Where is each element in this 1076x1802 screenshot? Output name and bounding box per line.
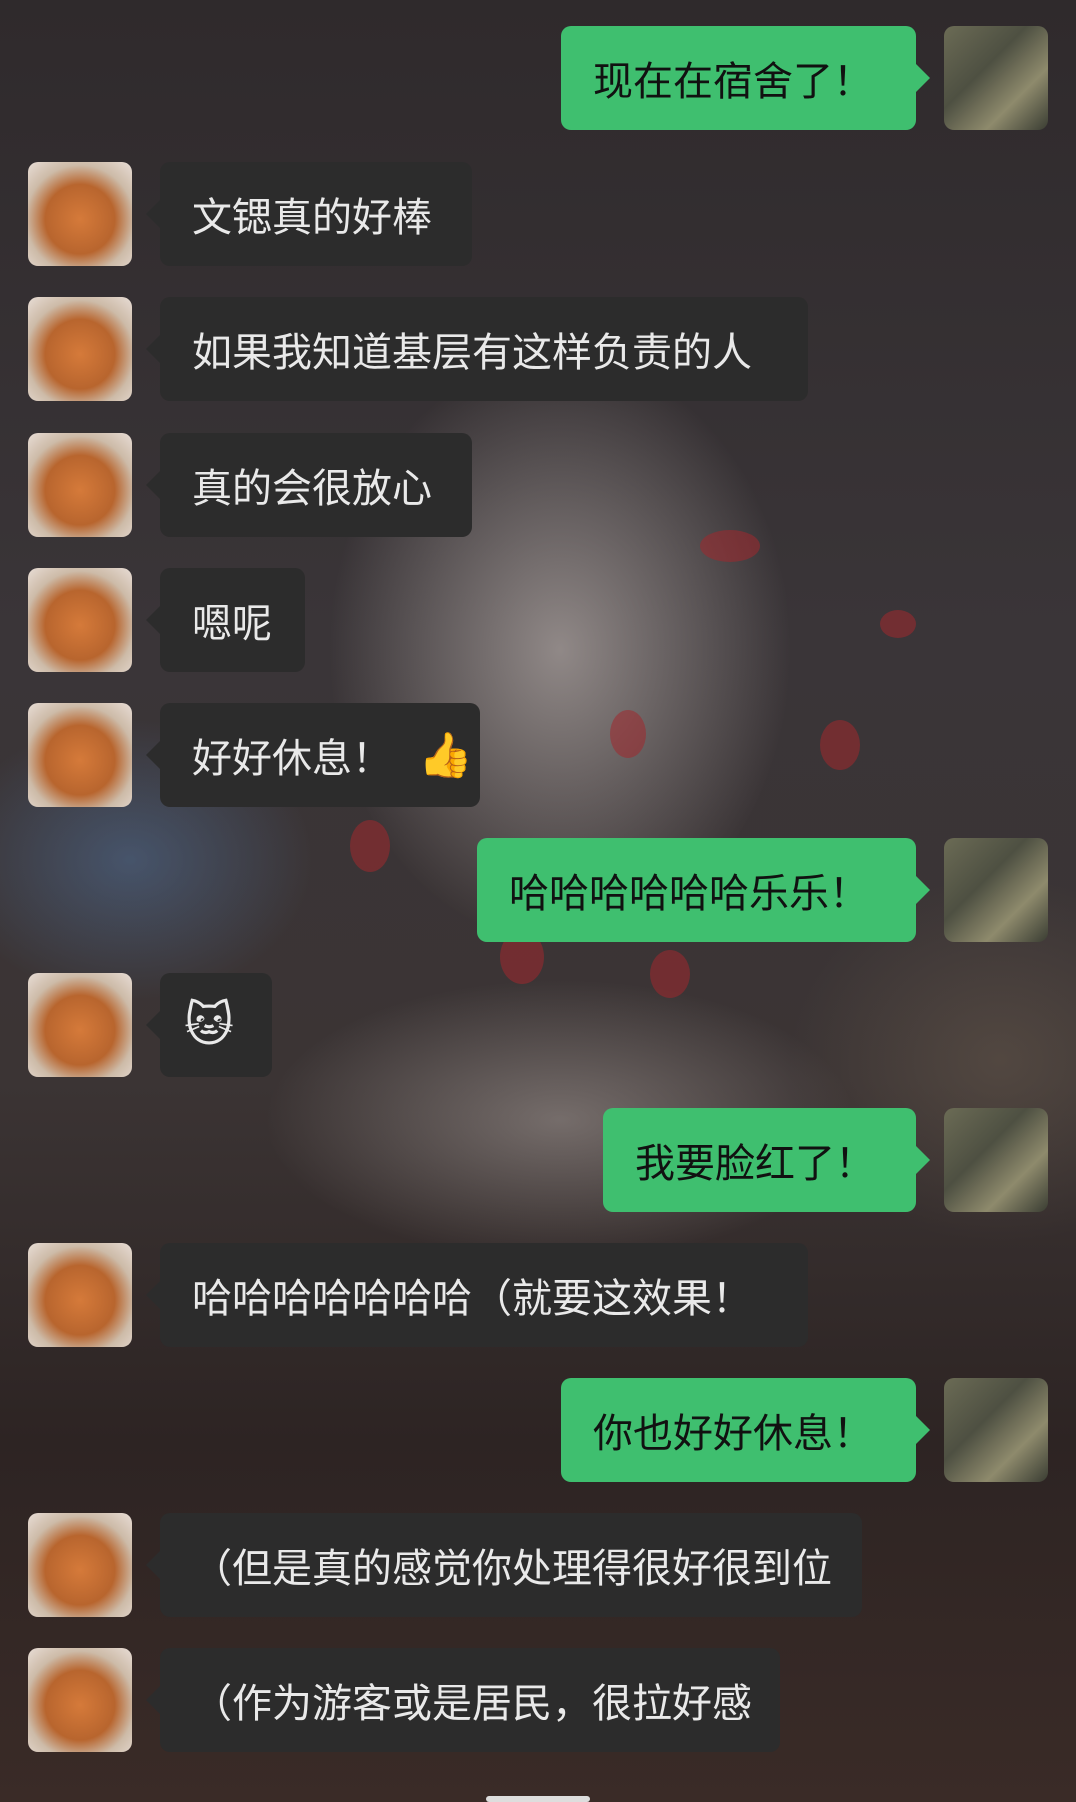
thumbs-up-icon: 👍 xyxy=(418,730,473,781)
message-bubble-outgoing[interactable]: 我要脸红了！ xyxy=(603,1108,930,1212)
contact-avatar[interactable] xyxy=(28,1513,132,1617)
message-text: 嗯呢 xyxy=(192,601,272,647)
message-text: 我要脸红了！ xyxy=(635,1141,875,1187)
contact-avatar[interactable] xyxy=(28,1243,132,1347)
message-bubble-incoming[interactable]: 好好休息！ 👍 xyxy=(146,703,480,807)
message-bubble-incoming[interactable]: 如果我知道基层有这样负责的人 xyxy=(146,297,808,401)
message-bubble-incoming[interactable]: 真的会很放心 xyxy=(146,433,472,537)
message-text: 现在在宿舍了！ xyxy=(593,59,873,105)
message-bubble-incoming[interactable]: 嗯呢 xyxy=(146,568,305,672)
message-bubble-incoming[interactable]: 哈哈哈哈哈哈哈（就要这效果！ xyxy=(146,1243,808,1347)
message-text: 哈哈哈哈哈哈哈（就要这效果！ xyxy=(192,1276,752,1322)
self-avatar[interactable] xyxy=(944,1378,1048,1482)
message-text: 哈哈哈哈哈哈乐乐！ xyxy=(509,871,869,917)
contact-avatar[interactable] xyxy=(28,433,132,537)
message-bubble-incoming[interactable]: （作为游客或是居民，很拉好感 xyxy=(146,1648,780,1752)
message-bubble-incoming[interactable]: （但是真的感觉你处理得很好很到位 xyxy=(146,1513,862,1617)
contact-avatar[interactable] xyxy=(28,973,132,1077)
message-text: （作为游客或是居民，很拉好感 xyxy=(192,1681,752,1727)
self-avatar[interactable] xyxy=(944,1108,1048,1212)
message-text: 真的会很放心 xyxy=(192,466,432,512)
contact-avatar[interactable] xyxy=(28,1648,132,1752)
message-bubble-incoming[interactable]: 🐱 xyxy=(146,973,272,1077)
message-bubble-outgoing[interactable]: 现在在宿舍了！ xyxy=(561,26,930,130)
contact-avatar[interactable] xyxy=(28,162,132,266)
home-indicator[interactable] xyxy=(486,1796,590,1802)
contact-avatar[interactable] xyxy=(28,297,132,401)
contact-avatar[interactable] xyxy=(28,703,132,807)
message-bubble-outgoing[interactable]: 哈哈哈哈哈哈乐乐！ xyxy=(477,838,930,942)
message-text: 文锶真的好棒 xyxy=(192,195,432,241)
self-avatar[interactable] xyxy=(944,26,1048,130)
message-text: 如果我知道基层有这样负责的人 xyxy=(192,330,752,376)
message-bubble-outgoing[interactable]: 你也好好休息！ xyxy=(561,1378,930,1482)
message-bubble-incoming[interactable]: 文锶真的好棒 xyxy=(146,162,472,266)
contact-avatar[interactable] xyxy=(28,568,132,672)
self-avatar[interactable] xyxy=(944,838,1048,942)
message-text: 你也好好休息！ xyxy=(593,1411,873,1457)
smirking-cat-icon: 🐱 xyxy=(184,997,235,1053)
message-text: 好好休息！ xyxy=(192,736,392,782)
message-text: （但是真的感觉你处理得很好很到位 xyxy=(192,1546,832,1592)
